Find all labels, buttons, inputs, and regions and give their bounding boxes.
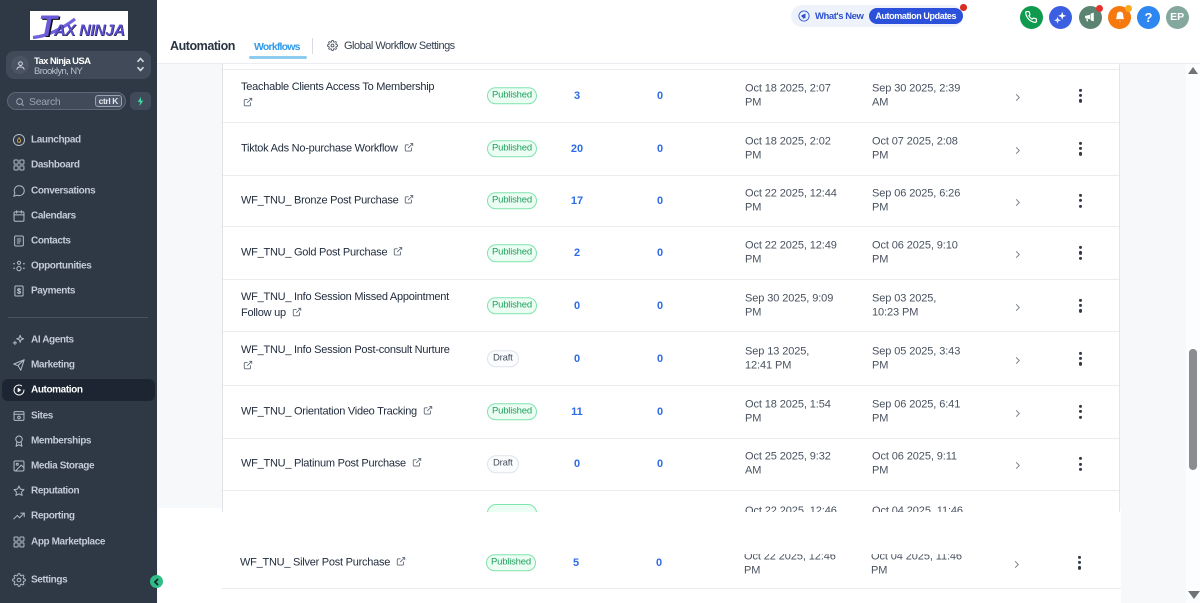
svg-text:AX NINJA: AX NINJA [53,23,125,40]
